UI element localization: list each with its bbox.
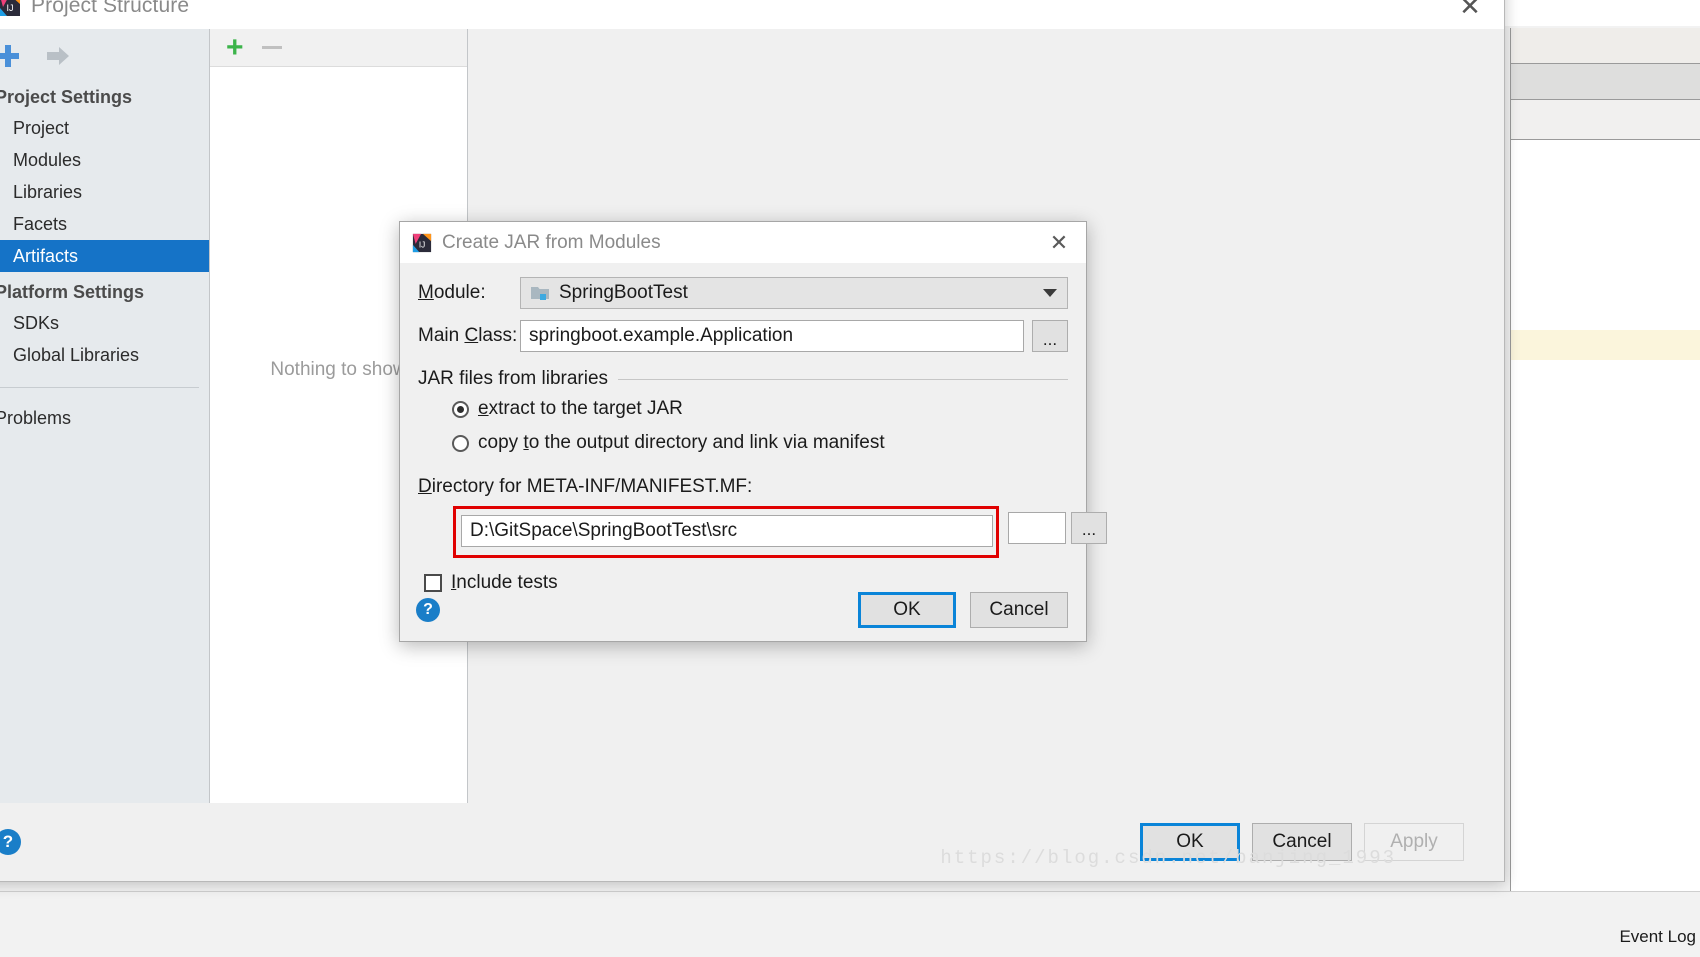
module-field-row: Module: SpringBootTest (418, 277, 1068, 309)
sidebar-item-artifacts[interactable]: Artifacts (0, 240, 209, 272)
create-jar-content: Module: SpringBootTest Main Class: ... J… (400, 263, 1107, 594)
ide-editor-body (1511, 140, 1700, 500)
main-class-label-prefix: Main (418, 325, 465, 346)
help-icon[interactable]: ? (0, 829, 21, 855)
svg-text:IJ: IJ (6, 3, 13, 13)
radio-extract-suffix: xtract to the target JAR (488, 398, 683, 419)
radio-copy-label: copy to the output directory and link vi… (478, 432, 885, 454)
sidebar-group-title-platform-settings: Platform Settings (0, 282, 145, 302)
module-label: Module: (418, 282, 520, 304)
jar-files-group-title: JAR files from libraries (418, 368, 609, 389)
radio-button-icon[interactable] (452, 434, 469, 452)
sidebar-item-facets[interactable]: Facets (0, 208, 209, 240)
cancel-button[interactable]: Cancel (970, 592, 1068, 628)
radio-copy-suffix: o the output directory and link via mani… (528, 432, 885, 453)
intellij-idea-icon: IJ (412, 233, 432, 252)
main-class-input[interactable] (520, 320, 1024, 352)
radio-copy-to-output-directory[interactable]: copy to the output directory and link vi… (452, 432, 1068, 454)
module-label-mnemonic: M (418, 282, 434, 303)
forward-arrow-icon[interactable] (45, 43, 71, 69)
ide-strip-row (1511, 64, 1700, 100)
sidebar-toolbar (0, 35, 209, 77)
apply-button: Apply (1364, 823, 1464, 861)
sidebar: Project Settings Project Modules Librari… (0, 29, 210, 803)
ok-button[interactable]: OK (1140, 823, 1240, 861)
cancel-button[interactable]: Cancel (1252, 823, 1352, 861)
sidebar-item-modules[interactable]: Modules (0, 144, 209, 176)
create-jar-footer: ? OK Cancel (400, 579, 1086, 641)
module-folder-icon (531, 287, 549, 300)
radio-extract-mnemonic: e (478, 398, 489, 419)
manifest-directory-input[interactable] (461, 515, 993, 547)
add-icon[interactable] (0, 43, 21, 69)
module-value: SpringBootTest (559, 282, 688, 303)
main-class-field-row: Main Class: ... (418, 320, 1068, 352)
group-separator-line (618, 378, 1068, 380)
sidebar-divider (0, 387, 199, 388)
radio-extract-to-target-jar[interactable]: extract to the target JAR (452, 398, 1068, 420)
remove-artifact-icon (261, 46, 282, 49)
close-icon[interactable]: ✕ (1450, 0, 1490, 21)
add-artifact-icon[interactable]: + (226, 32, 244, 63)
ide-strip-row (1511, 28, 1700, 64)
ok-button[interactable]: OK (858, 592, 956, 628)
sidebar-item-global-libraries[interactable]: Global Libraries (0, 339, 209, 371)
help-icon[interactable]: ? (416, 598, 440, 622)
sidebar-item-sdks[interactable]: SDKs (0, 307, 209, 339)
main-class-label: Main Class: (418, 325, 520, 347)
artifacts-toolbar: + (210, 29, 467, 67)
create-jar-title: Create JAR from Modules (442, 231, 661, 253)
sidebar-item-libraries[interactable]: Libraries (0, 176, 209, 208)
close-icon[interactable]: ✕ (1044, 230, 1074, 256)
manifest-directory-browse-button[interactable]: ... (1071, 512, 1107, 544)
event-log-label[interactable]: Event Log (1619, 927, 1696, 947)
manifest-directory-row (456, 515, 996, 547)
ide-strip-row (1511, 100, 1700, 140)
module-label-suffix: odule: (433, 282, 486, 303)
page-title: Project Structure (31, 0, 190, 17)
create-jar-titlebar: IJ Create JAR from Modules ✕ (400, 222, 1086, 263)
jar-files-group-header: JAR files from libraries (418, 368, 1068, 390)
manifest-directory-highlight (453, 506, 999, 558)
main-class-browse-button[interactable]: ... (1032, 320, 1068, 352)
manifest-directory-input-tail[interactable] (1008, 512, 1066, 544)
project-structure-footer: ? https://blog.csdn.net/banjing_1993 OK … (0, 803, 1504, 881)
project-structure-titlebar: IJ Project Structure ✕ (0, 0, 1504, 29)
module-select[interactable]: SpringBootTest (520, 277, 1068, 309)
sidebar-group-title-project-settings: Project Settings (0, 87, 133, 107)
main-class-label-mnemonic: C (464, 325, 479, 346)
main-class-label-suffix: lass: (478, 325, 518, 346)
manifest-directory-label: Directory for META-INF/MANIFEST.MF: (418, 476, 1068, 498)
chevron-down-icon[interactable] (1043, 289, 1057, 297)
sidebar-item-project[interactable]: Project (0, 112, 209, 144)
intellij-idea-icon: IJ (0, 0, 20, 16)
editor-highlight-band (1511, 330, 1700, 360)
sidebar-item-problems[interactable]: Problems (0, 402, 209, 434)
ide-status-bar: Event Log (0, 891, 1700, 957)
empty-state-label: Nothing to show (270, 359, 407, 380)
radio-copy-prefix: copy (478, 432, 524, 453)
manifest-directory-mnemonic: D (418, 476, 432, 497)
radio-button-icon[interactable] (452, 400, 469, 418)
manifest-directory-suffix: irectory for META-INF/MANIFEST.MF: (431, 476, 753, 497)
svg-text:IJ: IJ (419, 240, 425, 249)
ide-editor-strip (1510, 28, 1700, 891)
radio-extract-label: extract to the target JAR (478, 398, 683, 420)
create-jar-from-modules-dialog: IJ Create JAR from Modules ✕ Module: Spr… (399, 221, 1107, 642)
